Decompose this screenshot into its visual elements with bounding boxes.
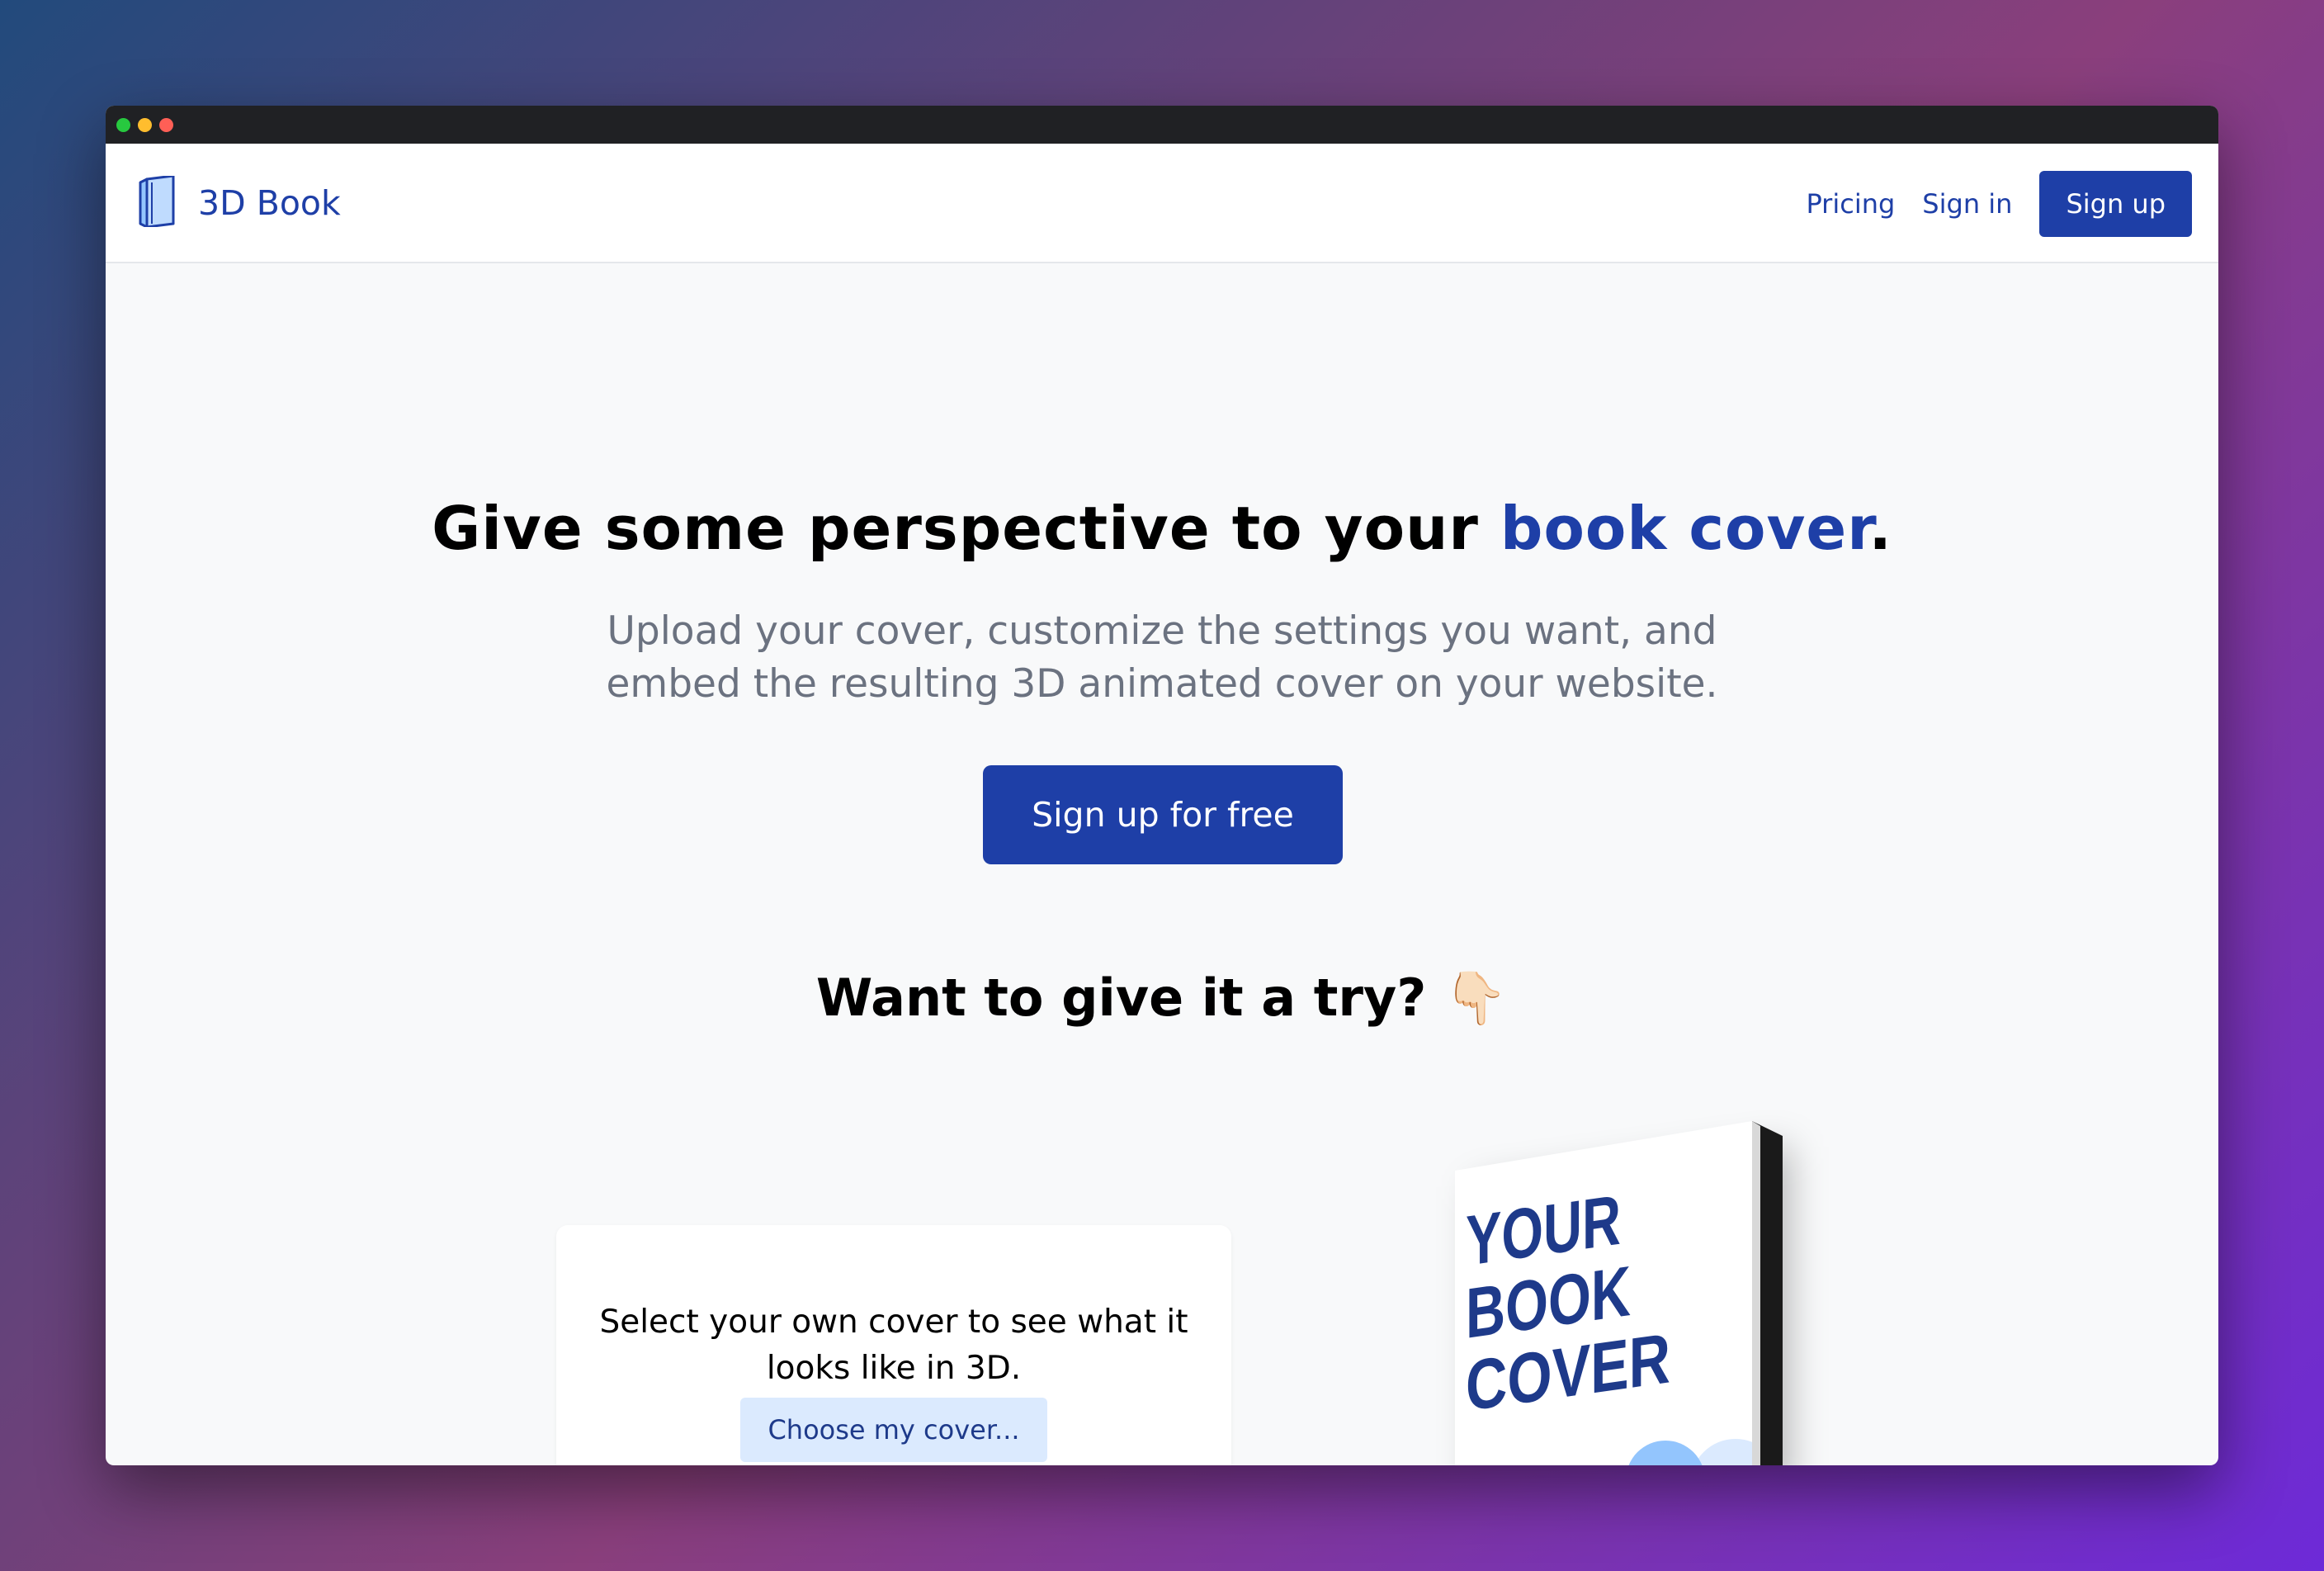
try-title: Want to give it a try? 👇🏻 bbox=[815, 968, 1509, 1028]
hero-title-accent: book cover bbox=[1500, 494, 1869, 563]
window-minimize-button[interactable] bbox=[138, 118, 152, 132]
navbar: 3D Book Pricing Sign in Sign up bbox=[106, 144, 2218, 263]
upload-card: Select your own cover to see what it loo… bbox=[556, 1225, 1231, 1465]
browser-window: 3D Book Pricing Sign in Sign up Give som… bbox=[106, 106, 2218, 1465]
window-titlebar bbox=[106, 106, 2218, 144]
sign-up-free-button[interactable]: Sign up for free bbox=[983, 765, 1343, 864]
pricing-link[interactable]: Pricing bbox=[1806, 188, 1895, 220]
hero-title: Give some perspective to your book cover… bbox=[106, 494, 2218, 563]
hero-title-prefix: Give some perspective to your bbox=[432, 494, 1500, 563]
upload-card-text: Select your own cover to see what it loo… bbox=[599, 1304, 1188, 1387]
window-close-button[interactable] bbox=[159, 118, 173, 132]
nav-actions: Pricing Sign in Sign up bbox=[1806, 171, 2192, 237]
sign-in-link[interactable]: Sign in bbox=[1922, 188, 2012, 220]
brand-name: 3D Book bbox=[198, 183, 341, 223]
hero-title-suffix: . bbox=[1868, 494, 1892, 563]
book-3d-preview: YOUR BOOK COVER bbox=[1344, 1096, 1839, 1465]
brand-link[interactable]: 3D Book bbox=[139, 174, 341, 230]
window-maximize-button[interactable] bbox=[116, 118, 130, 132]
sign-up-button[interactable]: Sign up bbox=[2039, 171, 2192, 237]
choose-cover-button[interactable]: Choose my cover... bbox=[740, 1398, 1047, 1462]
hero-subtitle: Upload your cover, customize the setting… bbox=[606, 608, 1718, 707]
book-icon bbox=[139, 174, 178, 230]
